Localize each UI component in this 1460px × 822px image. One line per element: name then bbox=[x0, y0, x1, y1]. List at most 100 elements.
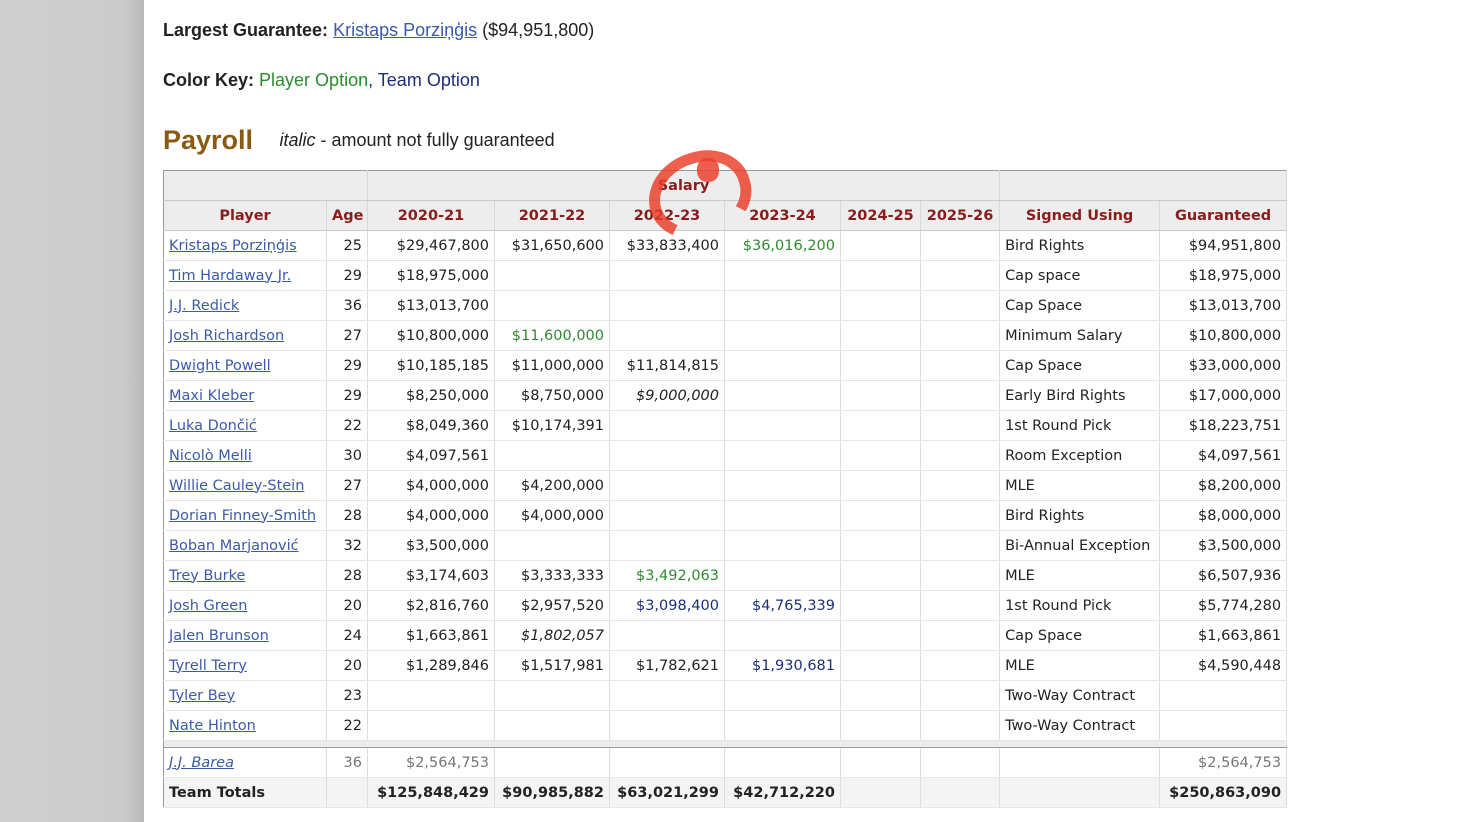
col-header-2025-26[interactable]: 2025-26 bbox=[920, 200, 1001, 231]
salary-2021-22: $11,600,000 bbox=[494, 320, 610, 351]
payroll-heading: Payroll italic - amount not fully guaran… bbox=[163, 125, 555, 156]
player-cell: Trey Burke bbox=[163, 560, 327, 591]
signed-using-cell: Cap space bbox=[999, 260, 1161, 291]
player-link[interactable]: Tyler Bey bbox=[169, 688, 235, 704]
player-link[interactable]: Nicolò Melli bbox=[169, 448, 252, 464]
guaranteed-cell: $94,951,800 bbox=[1159, 230, 1288, 261]
guaranteed-cell: $17,000,000 bbox=[1159, 380, 1288, 411]
player-link[interactable]: Luka Dončić bbox=[169, 418, 257, 434]
col-header-2023-24[interactable]: 2023-24 bbox=[724, 200, 841, 231]
spacer-cell bbox=[163, 740, 1288, 748]
player-cell: Nate Hinton bbox=[163, 710, 327, 741]
salary-2025-26 bbox=[920, 470, 1001, 501]
player-link[interactable]: Josh Richardson bbox=[169, 328, 284, 344]
signed-using-cell: Minimum Salary bbox=[999, 320, 1161, 351]
player-link[interactable]: Josh Green bbox=[169, 598, 247, 614]
table-row: Dwight Powell 29 $10,185,185 $11,000,000 $11… bbox=[163, 350, 1288, 381]
salary-2025-26 bbox=[920, 530, 1001, 561]
salary-2025-26 bbox=[920, 650, 1001, 681]
guaranteed-cell: $5,774,280 bbox=[1159, 590, 1288, 621]
salary-2024-25 bbox=[840, 680, 921, 711]
dead-money-empty bbox=[609, 747, 725, 778]
salary-2021-22 bbox=[494, 290, 610, 321]
player-cell: Josh Richardson bbox=[163, 320, 327, 351]
dead-money-empty bbox=[494, 747, 610, 778]
player-link[interactable]: Nate Hinton bbox=[169, 718, 256, 734]
salary-2023-24: $4,765,339 bbox=[724, 590, 841, 621]
age-cell: 24 bbox=[326, 620, 368, 651]
salary-2024-25 bbox=[840, 380, 921, 411]
salary-2025-26 bbox=[920, 500, 1001, 531]
salary-group-header: Salary bbox=[367, 170, 1001, 201]
salary-2025-26 bbox=[920, 710, 1001, 741]
player-link[interactable]: Dorian Finney-Smith bbox=[169, 508, 316, 524]
guaranteed-cell: $4,097,561 bbox=[1159, 440, 1288, 471]
salary-2023-24: $1,930,681 bbox=[724, 650, 841, 681]
col-header-player[interactable]: Player bbox=[163, 200, 327, 231]
guaranteed-cell: $10,800,000 bbox=[1159, 320, 1288, 351]
salary-2023-24 bbox=[724, 710, 841, 741]
salary-2021-22: $2,957,520 bbox=[494, 590, 610, 621]
col-header-signed-using[interactable]: Signed Using bbox=[999, 200, 1161, 231]
largest-guarantee-label: Largest Guarantee: bbox=[163, 20, 329, 40]
player-link[interactable]: J.J. Redick bbox=[169, 298, 239, 314]
largest-guarantee-player-link[interactable]: Kristaps Porziņģis bbox=[333, 20, 477, 40]
col-header-2020-21[interactable]: 2020-21 bbox=[367, 200, 495, 231]
salary-2020-21: $2,816,760 bbox=[367, 590, 495, 621]
salary-2020-21: $3,500,000 bbox=[367, 530, 495, 561]
table-row: Kristaps Porziņģis 25 $29,467,800 $31,650,6… bbox=[163, 230, 1288, 261]
player-cell: Maxi Kleber bbox=[163, 380, 327, 411]
player-cell: Luka Dončić bbox=[163, 410, 327, 441]
player-link[interactable]: Boban Marjanović bbox=[169, 538, 299, 554]
player-link[interactable]: Dwight Powell bbox=[169, 358, 271, 374]
table-row: Maxi Kleber 29 $8,250,000 $8,750,000 $9,000,… bbox=[163, 380, 1288, 411]
salary-2021-22: $10,174,391 bbox=[494, 410, 610, 441]
age-cell: 27 bbox=[326, 320, 368, 351]
salary-2023-24 bbox=[724, 680, 841, 711]
salary-2020-21: $10,800,000 bbox=[367, 320, 495, 351]
age-cell: 22 bbox=[326, 410, 368, 441]
salary-2021-22: $3,333,333 bbox=[494, 560, 610, 591]
salary-2025-26 bbox=[920, 230, 1001, 261]
dead-money-player-link[interactable]: J.J. Barea bbox=[169, 755, 234, 771]
age-cell: 20 bbox=[326, 650, 368, 681]
player-link[interactable]: Tyrell Terry bbox=[169, 658, 247, 674]
player-cell: Tyler Bey bbox=[163, 680, 327, 711]
left-gray-margin bbox=[0, 0, 144, 822]
salary-2025-26 bbox=[920, 260, 1001, 291]
group-header-blank bbox=[163, 170, 368, 201]
salary-2025-26 bbox=[920, 590, 1001, 621]
team-totals-2020-21: $125,848,429 bbox=[367, 777, 495, 808]
player-link[interactable]: Trey Burke bbox=[169, 568, 245, 584]
age-cell: 20 bbox=[326, 590, 368, 621]
col-header-2022-23[interactable]: 2022-23 bbox=[609, 200, 725, 231]
salary-2022-23: $3,492,063 bbox=[609, 560, 725, 591]
signed-using-cell: 1st Round Pick bbox=[999, 410, 1161, 441]
age-cell: 29 bbox=[326, 380, 368, 411]
salary-2022-23 bbox=[609, 320, 725, 351]
player-link[interactable]: Maxi Kleber bbox=[169, 388, 254, 404]
largest-guarantee-line: Largest Guarantee: Kristaps Porziņģis ($… bbox=[163, 20, 594, 41]
salary-2023-24 bbox=[724, 320, 841, 351]
table-row: J.J. Redick 36 $13,013,700 Cap Space $13,013… bbox=[163, 290, 1288, 321]
player-cell: Josh Green bbox=[163, 590, 327, 621]
col-header-age[interactable]: Age bbox=[326, 200, 368, 231]
player-link[interactable]: Willie Cauley-Stein bbox=[169, 478, 304, 494]
player-link[interactable]: Jalen Brunson bbox=[169, 628, 269, 644]
italic-word: italic bbox=[279, 130, 316, 150]
player-link[interactable]: Kristaps Porziņģis bbox=[169, 238, 297, 254]
table-row: Boban Marjanović 32 $3,500,000 Bi-Annual Ex… bbox=[163, 530, 1288, 561]
salary-2020-21: $4,000,000 bbox=[367, 470, 495, 501]
player-cell: Kristaps Porziņģis bbox=[163, 230, 327, 261]
player-link[interactable]: Tim Hardaway Jr. bbox=[169, 268, 291, 284]
col-header-guaranteed[interactable]: Guaranteed bbox=[1159, 200, 1288, 231]
salary-2023-24: $36,016,200 bbox=[724, 230, 841, 261]
signed-using-cell: Two-Way Contract bbox=[999, 680, 1161, 711]
table-row: Josh Green 20 $2,816,760 $2,957,520 $3,098,4… bbox=[163, 590, 1288, 621]
table-row: Josh Richardson 27 $10,800,000 $11,600,000 M… bbox=[163, 320, 1288, 351]
col-header-2021-22[interactable]: 2021-22 bbox=[494, 200, 610, 231]
guaranteed-cell: $6,507,936 bbox=[1159, 560, 1288, 591]
salary-2020-21: $29,467,800 bbox=[367, 230, 495, 261]
col-header-2024-25[interactable]: 2024-25 bbox=[840, 200, 921, 231]
salary-2022-23: $33,833,400 bbox=[609, 230, 725, 261]
